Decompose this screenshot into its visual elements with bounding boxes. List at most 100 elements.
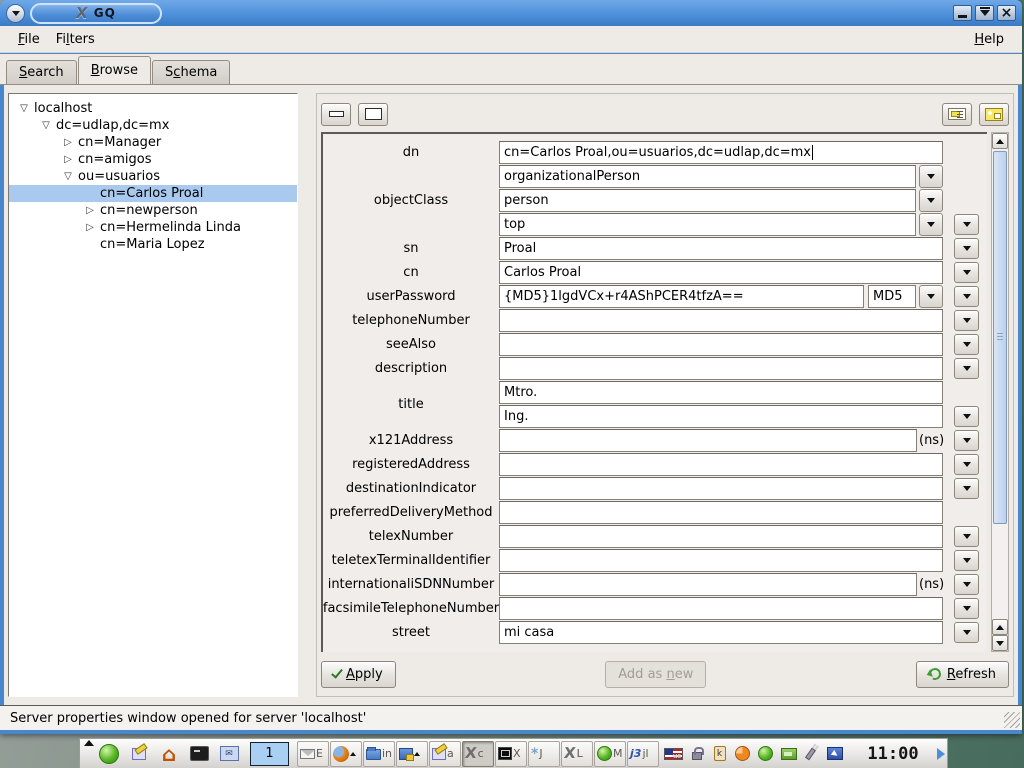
tree-item-cn-amigos[interactable]: ▷cn=amigos [9,151,297,168]
attribute-dropdown-button[interactable] [954,430,979,451]
attribute-dropdown-button[interactable] [954,454,979,475]
attribute-value-input[interactable] [499,597,943,620]
tray-plug[interactable] [801,743,822,765]
password-scheme-combo[interactable]: MD5 [868,285,916,308]
attribute-value-input[interactable] [499,573,917,596]
taskbar-window-button[interactable]: a [429,741,461,767]
form-scrollbar[interactable] [991,132,1009,652]
tree-item-cn-hermelinda-linda[interactable]: ▷cn=Hermelinda Linda [9,219,297,236]
scrollbar-thumb[interactable] [993,151,1007,524]
attribute-value-input[interactable] [499,477,943,500]
taskbar-window-button[interactable]: j3jl [627,741,659,767]
value-dropdown-button[interactable] [919,165,943,188]
minimize-button[interactable] [953,5,972,21]
taskbar-window-button[interactable] [396,741,428,767]
attribute-value-input[interactable]: Ing. [499,405,943,428]
taskbar-window-button[interactable]: M [594,741,626,767]
hide-empty-attributes-button[interactable] [321,103,351,126]
attribute-dropdown-button[interactable] [954,262,979,283]
tab-schema[interactable]: Schema [152,60,230,84]
attribute-value-input[interactable]: mi casa [499,621,943,644]
taskbar-window-button[interactable]: in [363,741,395,767]
attribute-value-input[interactable] [499,501,943,524]
attribute-dropdown-button[interactable] [954,550,979,571]
attribute-value-input[interactable] [499,333,943,356]
launcher-terminal[interactable] [186,741,212,767]
expander-closed-icon[interactable]: ▷ [83,222,97,233]
attribute-value-input[interactable] [499,357,943,380]
tray-suse-tray[interactable] [755,743,776,765]
launcher-home[interactable]: ⌂ [156,741,182,767]
attribute-dropdown-button[interactable] [954,310,979,331]
attribute-value-input[interactable]: top [499,213,916,236]
attribute-value-input[interactable]: {MD5}1lgdVCx+r4AShPCER4tfzA== [499,285,864,308]
tab-search[interactable]: Search [6,60,77,84]
scroll-down-button[interactable] [992,635,1008,651]
value-dropdown-button[interactable] [919,213,943,236]
tree-item-localhost[interactable]: ▽localhost [9,100,297,117]
tree-item-cn-manager[interactable]: ▷cn=Manager [9,134,297,151]
panel-hide-arrow-icon[interactable] [84,740,94,746]
menu-file[interactable]: File [10,28,48,51]
resize-grip[interactable] [1004,712,1020,728]
launcher-organizer[interactable]: ✉ [216,741,242,767]
expander-open-icon[interactable]: ▽ [17,103,31,114]
launcher-suse-menu[interactable] [96,741,122,767]
attribute-value-input[interactable]: Carlos Proal [499,261,943,284]
taskbar-window-button[interactable]: XL [561,741,593,767]
tree-item-ou-usuarios[interactable]: ▽ou=usuarios [9,168,297,185]
tray-lock[interactable] [686,743,707,765]
attribute-dropdown-button[interactable] [954,574,979,595]
expander-closed-icon[interactable]: ▷ [83,205,97,216]
taskbar-window-button[interactable]: *J [528,741,560,767]
attribute-dropdown-button[interactable] [954,334,979,355]
window-menu-button[interactable] [6,4,25,23]
refresh-button[interactable]: Refresh [916,661,1009,688]
tree-item-dc-udlap-dc-mx[interactable]: ▽dc=udlap,dc=mx [9,117,297,134]
tab-browse[interactable]: Browse [78,56,151,84]
taskbar-window-button[interactable]: Xc [462,741,494,767]
scroll-up-button-2[interactable] [992,619,1008,635]
taskbar-window-button[interactable]: E [297,741,329,767]
tray-remote-desktop[interactable] [824,743,845,765]
tray-updater[interactable] [732,743,753,765]
tree-item-cn-carlos-proal[interactable]: cn=Carlos Proal [9,185,297,202]
directory-tree[interactable]: ▽localhost▽dc=udlap,dc=mx▷cn=Manager▷cn=… [8,93,298,697]
value-dropdown-button[interactable] [919,285,943,308]
attribute-value-input[interactable] [499,525,943,548]
value-dropdown-button[interactable] [919,189,943,212]
tree-item-cn-newperson[interactable]: ▷cn=newperson [9,202,297,219]
titlebar[interactable]: X GQ × [0,0,1022,26]
tray-klipper[interactable]: k [709,743,730,765]
attribute-dropdown-button[interactable] [954,478,979,499]
attribute-dropdown-button[interactable] [954,406,979,427]
expander-open-icon[interactable]: ▽ [61,171,75,182]
edit-entry-as-text-button[interactable] [942,103,972,126]
attribute-value-input[interactable] [499,429,917,452]
attribute-value-input[interactable]: Proal [499,237,943,260]
attribute-dropdown-button[interactable] [954,286,979,307]
menu-help[interactable]: Help [966,28,1012,51]
attribute-dropdown-button[interactable] [954,598,979,619]
workspace-pager[interactable]: 1 [250,742,289,766]
attribute-value-input[interactable]: person [499,189,916,212]
menu-filters[interactable]: Filters [48,28,103,51]
scroll-up-button[interactable] [992,133,1008,149]
attribute-dropdown-button[interactable] [954,238,979,259]
taskbar-window-button[interactable]: X [495,741,527,767]
taskbar-window-button[interactable] [330,741,362,767]
attribute-dropdown-button[interactable] [954,526,979,547]
attribute-value-input[interactable]: organizationalPerson [499,165,916,188]
tree-item-cn-maria-lopez[interactable]: cn=Maria Lopez [9,236,297,253]
add-as-new-button[interactable]: Add as new [605,661,706,688]
launcher-notes[interactable] [126,741,152,767]
expander-closed-icon[interactable]: ▷ [61,137,75,148]
attribute-value-input[interactable]: Mtro. [499,381,943,404]
attribute-value-input[interactable]: cn=Carlos Proal,ou=usuarios,dc=udlap,dc=… [499,141,943,164]
attribute-value-input[interactable] [499,453,943,476]
close-button[interactable]: × [997,5,1016,21]
expander-open-icon[interactable]: ▽ [39,120,53,131]
tray-keyboard-us[interactable] [663,743,684,765]
attribute-dropdown-button[interactable] [954,214,979,235]
attribute-dropdown-button[interactable] [954,622,979,643]
